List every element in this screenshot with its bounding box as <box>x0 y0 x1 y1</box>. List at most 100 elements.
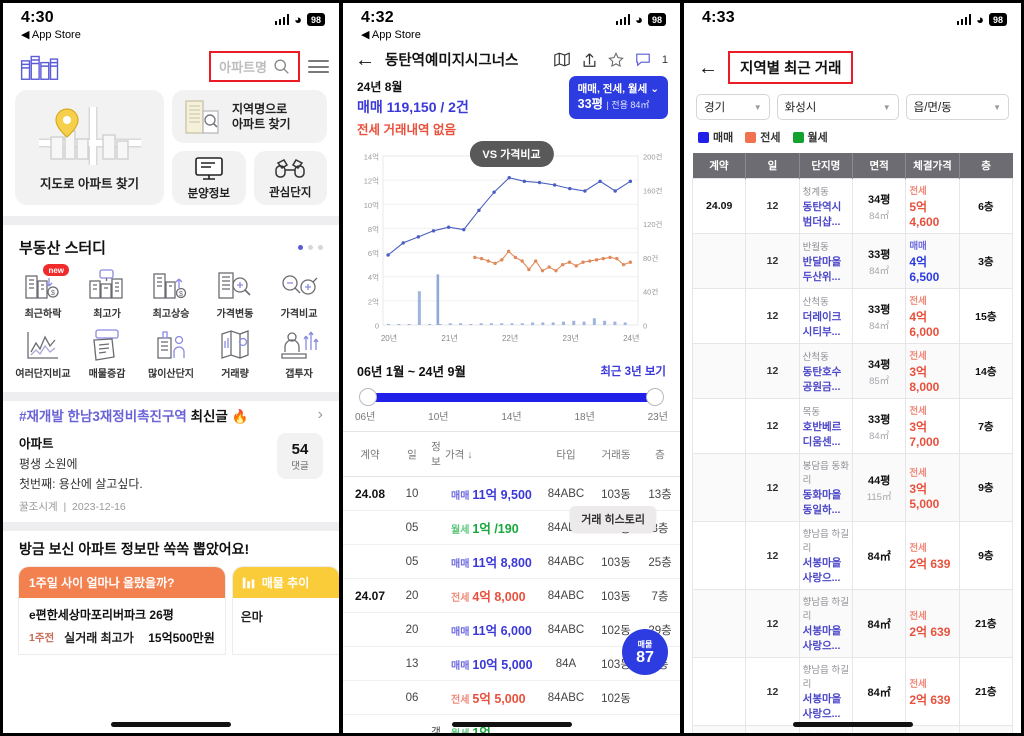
study-item-2[interactable]: $ 최고상승 <box>139 268 203 320</box>
cell-apt: 동탄역시범더샵... <box>802 200 842 228</box>
table-row[interactable]: 24.09 12 청계동 동탄역시범더샵... 34평 84㎡ 전세 5억 4,600 6층 <box>691 178 1014 234</box>
th-2: 정보 <box>427 431 445 477</box>
province-select[interactable]: 경기 ▼ <box>696 94 770 120</box>
date-range-slider[interactable] <box>359 388 664 406</box>
study-item-9[interactable]: 갭투자 <box>267 328 331 380</box>
table-row[interactable]: 12향남읍 하길리서봉마을사랑으...84㎡전세2억 63924층 <box>691 725 1014 733</box>
slider-tick-4: 23년 <box>647 412 668 423</box>
star-icon[interactable] <box>608 51 624 68</box>
battery-icon-2: 98 <box>647 13 666 26</box>
study-item-8-label: 거래량 <box>221 369 249 380</box>
slider-knob-left[interactable] <box>359 388 377 406</box>
study-item-7[interactable]: 많이산단지 <box>139 328 203 380</box>
comment-icon[interactable] <box>635 52 651 67</box>
search-input[interactable]: 아파트명 <box>209 51 300 82</box>
post-date: 2023-12-16 <box>72 501 126 513</box>
cell-contract-month <box>691 453 747 522</box>
slider-knob-right[interactable] <box>646 388 664 406</box>
card-sale-info[interactable]: 분양정보 <box>172 151 246 205</box>
range-row: 06년 1월 ~ 24년 9월 최근 3년 보기 <box>343 355 680 380</box>
svg-text:80건: 80건 <box>643 253 658 263</box>
community-post[interactable]: #재개발 한남3재정비촉진구역 최신글 🔥 › 아파트 평생 소원에 첫번째: … <box>3 401 339 520</box>
table-row[interactable]: 12 목동 호반베르디움센... 33평 84㎡ 전세 3억 7,000 7층 <box>691 398 1014 454</box>
cell-apt: 서봉마을사랑으... <box>802 693 842 720</box>
study-item-0-label: 최근하락 <box>24 309 62 320</box>
cell-contract-month <box>343 510 397 545</box>
cell-m2: 84㎡ <box>869 210 890 222</box>
cell-contract-month <box>343 680 397 715</box>
cell-deal-price: 3억 7,000 <box>909 420 940 449</box>
post-line2: 첫번째: 용산에 살고싶다. <box>19 477 143 491</box>
share-icon[interactable] <box>582 52 597 68</box>
chevron-down-icon-2: ▼ <box>882 102 891 112</box>
status-back-link[interactable]: ◀ App Store <box>21 28 81 41</box>
recent-3y-link[interactable]: 최근 3년 보기 <box>600 363 666 379</box>
table-row[interactable]: 05 매매 11억 8,800 84ABC 103동 25층 <box>343 544 680 579</box>
card-region-search[interactable]: 지역명으로 아파트 찾기 <box>172 90 327 143</box>
detail-nav-bar: ← 동탄역예미지시그너스 1 <box>343 47 680 78</box>
study-item-0[interactable]: new $ 최근하락 <box>11 264 75 320</box>
table-row[interactable]: 12 향남읍 하길리 서봉마을사랑으... 84㎡ 전세 2억 639 21층 <box>691 657 1014 726</box>
th3-1: 일 <box>745 153 800 179</box>
table-row[interactable]: 24.07 20 전세 4억 8,000 84ABC 103동 7층 <box>343 578 680 613</box>
th-3: 가격 ↓ <box>445 431 540 477</box>
table-row[interactable]: 12 봉담읍 동화리 동화마을동일하... 44평 115㎡ 전세 3억 5,000 9층 <box>691 453 1014 522</box>
svg-text:160건: 160건 <box>643 185 663 195</box>
cell-day: 12 <box>745 657 800 726</box>
card-favorites[interactable]: 관심단지 <box>253 151 327 205</box>
vs-compare-pill[interactable]: VS 가격비교 <box>469 141 554 167</box>
cell-renew <box>427 646 445 681</box>
table-row[interactable]: 12 향남읍 하길리 서봉마을사랑으... 84㎡ 전세 2억 639 21층 <box>691 589 1014 658</box>
study-item-4[interactable]: 가격비교 <box>267 268 331 320</box>
post-category: 아파트 <box>19 437 54 451</box>
table-row[interactable]: 12 산척동 더레이크시티부... 33평 84㎡ 전세 4억 6,000 15층 <box>691 288 1014 344</box>
cell-apt: 서봉마을사랑으... <box>802 625 842 652</box>
app-logo-icon[interactable] <box>19 52 61 82</box>
back-arrow-icon-3[interactable]: ← <box>698 58 718 78</box>
cell-pyeong: 33평 <box>867 303 891 316</box>
back-arrow-icon[interactable]: ← <box>355 50 375 70</box>
th3-4: 체결가격 <box>905 153 960 179</box>
cell-type: 84ABC <box>540 612 592 647</box>
card-map-search[interactable]: 지도로 아파트 찾기 <box>15 90 164 205</box>
cell-price: 매매 11억 9,500 <box>445 476 540 511</box>
section-divider-3 <box>3 522 339 531</box>
status-back-link-2[interactable]: ◀ App Store <box>361 28 421 41</box>
cell-price: 매매 11억 6,000 <box>445 612 540 647</box>
table-row[interactable]: 12 산척동 동탄호수공원금... 34평 85㎡ 전세 3억 8,000 14층 <box>691 343 1014 399</box>
menu-icon[interactable] <box>306 60 329 73</box>
cell-floor: 7층 <box>640 578 680 613</box>
chart-filter-badge[interactable]: 매매, 전세, 월세 ⌄ 33평 | 전용 84㎡ <box>568 76 668 120</box>
city-select[interactable]: 화성시 ▼ <box>776 94 899 120</box>
svg-text:24년: 24년 <box>623 333 639 343</box>
promo-a-metric: 실거래 최고가 <box>64 631 134 645</box>
carousel-dots[interactable] <box>298 245 323 250</box>
table-row[interactable]: 12 향남읍 하길리 서봉마을사랑으... 84㎡ 전세 2억 639 9층 <box>691 521 1014 590</box>
cell-floor: 6층 <box>958 178 1014 234</box>
cell-price: 전세 3억 7,000 <box>905 398 960 454</box>
cell-day: 05 <box>397 544 427 579</box>
study-item-1[interactable]: 최고가 <box>75 268 139 320</box>
study-item-6[interactable]: 매물증감 <box>75 328 139 380</box>
cell-pyeong: 33평 <box>867 413 891 426</box>
chevron-right-icon[interactable]: › <box>318 406 323 424</box>
cell-area: 33평 84㎡ <box>851 233 907 289</box>
cell-complex: 향남읍 하길리서봉마을사랑으... <box>798 521 853 590</box>
promo-card-weekly[interactable]: 1주일 사이 얼마나 올랐을까? e편한세상마포리버파크 26평 1주전 실거래… <box>19 567 225 654</box>
promo-card-listing-trend[interactable]: 매물 추이 은마 <box>232 567 339 654</box>
study-item-3[interactable]: 가격변동 <box>203 268 267 320</box>
map-icon[interactable] <box>553 52 571 67</box>
table-row[interactable]: 12 반월동 반달마을두산위... 33평 84㎡ 매매 4억 6,500 3층 <box>691 233 1014 289</box>
study-item-8[interactable]: 거래량 <box>203 328 267 380</box>
table-row[interactable]: 06 전세 5억 5,000 84ABC 102동 <box>343 680 680 715</box>
cell-floor <box>640 714 680 733</box>
cell-deal-price: 4억 6,500 <box>909 255 940 284</box>
apartment-title: 동탄역예미지시그너스 <box>385 53 519 69</box>
listing-count-fab[interactable]: 매물 87 <box>622 629 668 675</box>
cell-area: 84㎡ <box>851 521 907 590</box>
svg-text:0: 0 <box>643 322 647 331</box>
legend-item-1: 전세 <box>745 129 781 145</box>
study-item-5[interactable]: 여러단지비교 <box>11 328 75 380</box>
cell-m2: 85㎡ <box>869 375 890 387</box>
district-select[interactable]: 읍/면/동 ▼ <box>905 94 1010 120</box>
